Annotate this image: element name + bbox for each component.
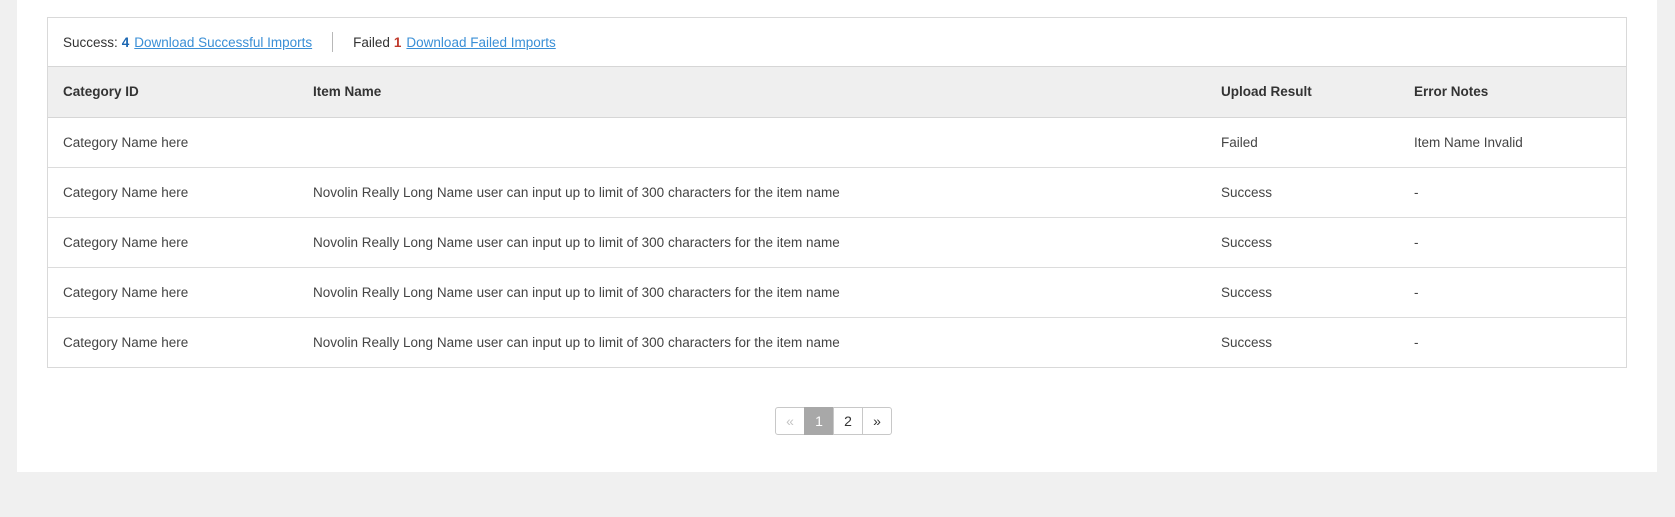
pagination-page-2[interactable]: 2: [833, 407, 863, 435]
cell-upload-result: Success: [1206, 267, 1399, 318]
cell-item-name: Novolin Really Long Name user can input …: [298, 217, 1206, 268]
import-results-card: Success: 4 Download Successful Imports F…: [47, 17, 1627, 368]
table-row: Category Name here Novolin Really Long N…: [48, 167, 1626, 218]
cell-category: Category Name here: [48, 217, 298, 268]
download-failed-imports-link[interactable]: Download Failed Imports: [406, 35, 555, 50]
import-summary: Success: 4 Download Successful Imports F…: [48, 18, 1626, 67]
pagination: « 1 2 »: [775, 407, 892, 435]
cell-item-name: [298, 117, 1206, 168]
summary-divider: [332, 32, 334, 52]
cell-category: Category Name here: [48, 117, 298, 168]
pagination-prev-button[interactable]: «: [775, 407, 805, 435]
failed-count: 1: [393, 34, 402, 50]
cell-error-notes: -: [1414, 334, 1419, 350]
header-error-notes: Error Notes: [1399, 67, 1626, 118]
cell-upload-result: Failed: [1206, 117, 1399, 168]
cell-error-notes: -: [1399, 217, 1626, 268]
cell-item-name: Novolin Really Long Name user can input …: [298, 167, 1206, 218]
cell-upload-result: Success: [1206, 217, 1399, 268]
import-results-table: Category ID Item Name Upload Result Erro…: [48, 67, 1626, 367]
pagination-next-button[interactable]: »: [862, 407, 892, 435]
table-row: Category Name here Novolin Really Long N…: [48, 317, 1626, 367]
header-item-name: Item Name: [298, 67, 1206, 118]
failed-label: Failed: [353, 34, 390, 50]
pagination-page-1[interactable]: 1: [804, 407, 834, 435]
cell-category: Category Name here: [48, 167, 298, 218]
table-header-row: Category ID Item Name Upload Result Erro…: [48, 67, 1626, 118]
table-row: Category Name here Novolin Really Long N…: [48, 267, 1626, 318]
header-upload-result: Upload Result: [1206, 67, 1399, 118]
table-row: Category Name here Failed Item Name Inva…: [48, 117, 1626, 168]
table-row: Category Name here Novolin Really Long N…: [48, 217, 1626, 268]
cell-category: Category Name here: [48, 267, 298, 318]
cell-upload-result: Success: [1206, 167, 1399, 218]
cell-error-notes: Item Name Invalid: [1399, 117, 1626, 168]
cell-item-name: Novolin Really Long Name user can input …: [298, 267, 1206, 318]
cell-category: Category Name here: [63, 334, 189, 350]
success-count: 4: [121, 34, 130, 50]
cell-upload-result: Success: [1221, 334, 1273, 350]
header-category-id: Category ID: [48, 67, 298, 118]
cell-error-notes: -: [1399, 267, 1626, 318]
success-label: Success:: [63, 34, 118, 50]
download-successful-imports-link[interactable]: Download Successful Imports: [134, 35, 312, 50]
cell-error-notes: -: [1399, 167, 1626, 218]
cell-item-name: Novolin Really Long Name user can input …: [313, 334, 840, 350]
